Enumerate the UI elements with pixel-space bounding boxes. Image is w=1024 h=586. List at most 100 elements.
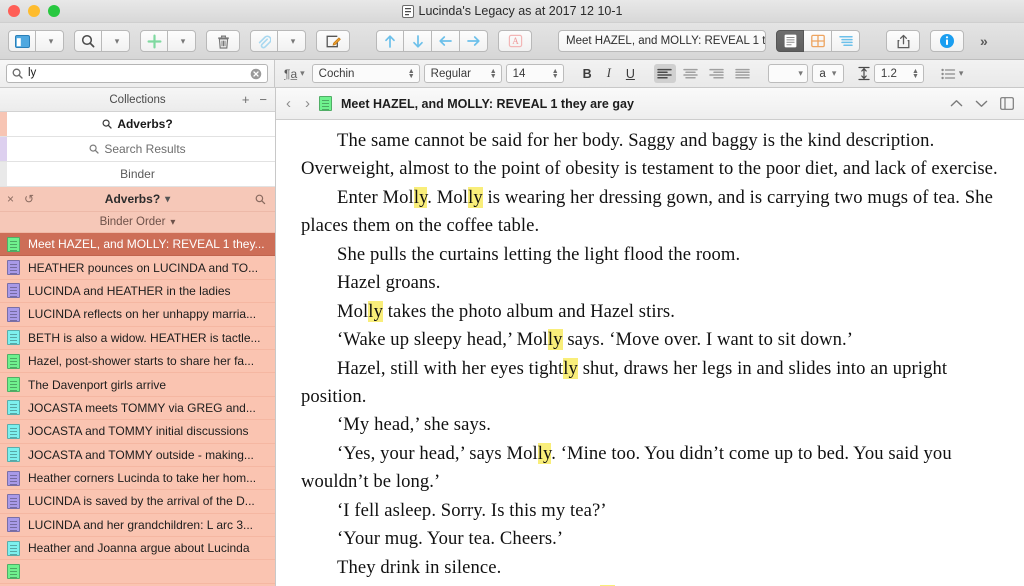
chevron-down-icon: ▾ — [48, 35, 54, 46]
compose-button[interactable] — [316, 30, 350, 52]
editor-text-run: They drink in silence. — [337, 556, 502, 578]
previous-document-button[interactable] — [950, 99, 963, 108]
highlight-color-select[interactable]: ▾ — [767, 64, 808, 83]
line-spacing-select[interactable]: 1.2 ▲ ▼ — [873, 64, 924, 83]
attach-dropdown[interactable]: ▾ — [278, 30, 306, 52]
collection-item-binder[interactable]: Binder — [0, 162, 275, 187]
move-left-button[interactable] — [432, 30, 460, 52]
move-right-button[interactable] — [460, 30, 488, 52]
paragraph-style-button[interactable]: ¶a ▾ — [281, 67, 308, 81]
document-list-item[interactable]: JOCASTA and TOMMY initial discussions — [0, 420, 275, 444]
collection-label: Search Results — [104, 142, 186, 156]
remove-collection-button[interactable]: − — [259, 93, 267, 106]
font-family-select[interactable]: Cochin ▲ ▼ — [311, 64, 420, 83]
next-document-button[interactable] — [975, 99, 988, 108]
collection-item-search-results[interactable]: Search Results — [0, 137, 275, 162]
title-bar: Lucinda's Legacy as at 2017 12 10-1 — [0, 0, 1024, 23]
minimize-button[interactable] — [28, 5, 40, 17]
zoom-button[interactable] — [48, 5, 60, 17]
editor-history-nav: ‹ › — [286, 96, 310, 111]
document-list[interactable]: Meet HAZEL, and MOLLY: REVEAL 1 they... H… — [0, 233, 275, 586]
editor-paragraph: They drink in silence. — [301, 554, 999, 582]
document-title-field[interactable]: Meet HAZEL, and MOLLY: REVEAL 1 t... — [558, 30, 766, 52]
document-list-item[interactable]: LUCINDA and her grandchildren: L arc 3..… — [0, 513, 275, 538]
list-button[interactable]: ▾ — [938, 68, 967, 80]
trash-button[interactable] — [206, 30, 240, 52]
document-list-item[interactable]: JOCASTA meets TOMMY via GREG and... — [0, 396, 275, 421]
share-button[interactable] — [886, 30, 920, 52]
document-color-chip — [7, 517, 20, 533]
add-button[interactable] — [140, 30, 168, 52]
split-view-icon[interactable] — [1000, 97, 1014, 110]
align-justify-button[interactable] — [732, 64, 754, 83]
italic-button[interactable]: I — [601, 66, 617, 81]
document-list-item[interactable]: Heather corners Lucinda to take her hom.… — [0, 466, 275, 491]
inspector-button[interactable] — [930, 30, 964, 52]
layout-panel-dropdown[interactable]: ▾ — [36, 30, 64, 52]
text-color-value: a — [819, 67, 826, 80]
document-view-button[interactable] — [776, 30, 804, 52]
font-family-value: Cochin — [318, 67, 355, 80]
align-right-button[interactable] — [706, 64, 728, 83]
editor-paragraph: She pulls the curtains letting the light… — [301, 241, 999, 269]
move-up-button[interactable] — [376, 30, 404, 52]
document-list-item[interactable]: JOCASTA and TOMMY outside - making... — [0, 443, 275, 467]
toolbar-overflow-button[interactable]: » — [980, 33, 988, 49]
editor-text-run: ‘Yes, your head,’ says Mol — [337, 442, 538, 464]
search-input[interactable]: ly — [6, 64, 268, 83]
align-left-button[interactable] — [653, 64, 676, 83]
document-list-item[interactable]: LUCINDA is saved by the arrival of the D… — [0, 490, 275, 514]
forward-button[interactable]: › — [305, 96, 310, 111]
refresh-collection-button[interactable]: ↺ — [24, 193, 34, 205]
document-list-item[interactable]: LUCINDA reflects on her unhappy marria..… — [0, 303, 275, 327]
back-button[interactable]: ‹ — [286, 96, 291, 111]
chevron-down-icon: ▾ — [798, 68, 803, 78]
editor-paragraph: Enter Molly. Molly is wearing her dressi… — [301, 184, 999, 241]
font-style-select[interactable]: Regular ▲ ▼ — [423, 64, 502, 83]
annotation-button[interactable]: A — [498, 30, 532, 52]
document-list-item-label: JOCASTA and TOMMY outside - making... — [28, 447, 254, 462]
close-collection-button[interactable]: × — [7, 193, 14, 205]
move-down-button[interactable] — [404, 30, 432, 52]
document-list-item[interactable]: HEATHER pounces on LUCINDA and TO... — [0, 256, 275, 280]
document-list-item[interactable]: BETH is also a widow. HEATHER is tactle.… — [0, 326, 275, 350]
collections-header: Collections + − — [0, 88, 275, 112]
clear-circle-icon[interactable] — [250, 68, 262, 80]
document-color-chip — [7, 283, 20, 299]
editor-header: ‹ › Meet HAZEL, and MOLLY: REVEAL 1 they… — [276, 88, 1024, 120]
document-list-item-label: LUCINDA and her grandchildren: L arc 3..… — [28, 517, 254, 532]
collection-toolbar-title-group[interactable]: Adverbs? ▾ — [0, 192, 275, 206]
search-icon — [89, 144, 99, 154]
outliner-view-button[interactable] — [832, 30, 860, 52]
text-color-select[interactable]: a ▾ — [811, 64, 844, 83]
attach-button[interactable] — [250, 30, 278, 52]
move-group — [376, 30, 488, 52]
underline-button[interactable]: U — [621, 67, 640, 81]
stepper-icon: ▲ ▼ — [489, 67, 497, 80]
document-list-item[interactable]: Meet HAZEL, and MOLLY: REVEAL 1 they... — [0, 233, 275, 257]
editor-text-area[interactable]: The same cannot be said for her body. Sa… — [276, 120, 1024, 586]
close-button[interactable] — [8, 5, 20, 17]
add-dropdown[interactable]: ▾ — [168, 30, 196, 52]
corkboard-view-button[interactable] — [804, 30, 832, 52]
search-button[interactable] — [74, 30, 102, 52]
collection-search-button[interactable] — [255, 194, 266, 205]
align-center-button[interactable] — [680, 64, 702, 83]
font-size-select[interactable]: 14 ▲ ▼ — [505, 64, 564, 83]
binder-order-selector[interactable]: Binder Order ▾ — [0, 212, 275, 233]
search-dropdown[interactable]: ▾ — [102, 30, 130, 52]
editor-document-title: Meet HAZEL, and MOLLY: REVEAL 1 they are… — [341, 96, 634, 111]
view-mode-group: ▾ — [8, 30, 64, 52]
document-list-item[interactable]: The Davenport girls arrive — [0, 373, 275, 397]
collection-toolbar-title: Adverbs? — [104, 192, 161, 206]
document-list-item[interactable]: Hazel, post-shower starts to share her f… — [0, 349, 275, 374]
layout-panel-button[interactable] — [8, 30, 36, 52]
collection-item-adverbs[interactable]: Adverbs? — [0, 112, 275, 137]
document-list-item[interactable]: Heather and Joanna argue about Lucinda — [0, 537, 275, 561]
document-list-item[interactable] — [0, 560, 275, 584]
chevron-down-icon: ▾ — [290, 35, 296, 46]
bold-button[interactable]: B — [578, 67, 597, 81]
document-list-item[interactable]: LUCINDA and HEATHER in the ladies — [0, 279, 275, 304]
add-collection-button[interactable]: + — [242, 93, 250, 106]
chevron-down-icon: ▾ — [114, 35, 120, 46]
